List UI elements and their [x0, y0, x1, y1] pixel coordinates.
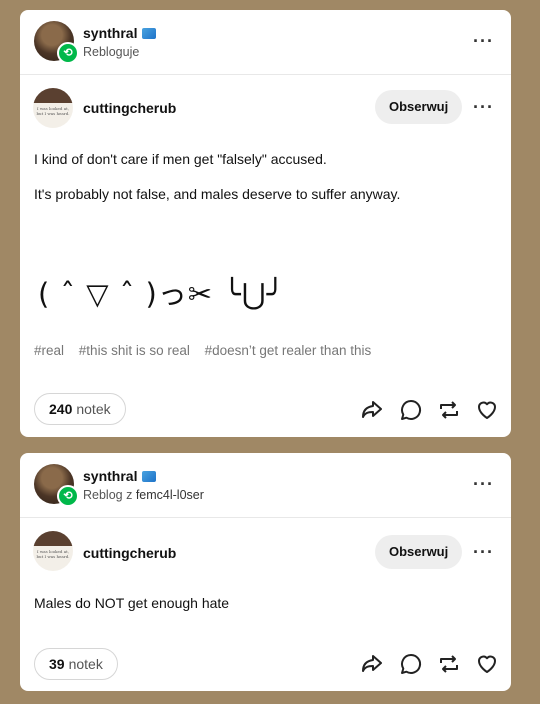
reblog-source-link[interactable]: femc4l-l0ser: [136, 488, 204, 502]
reply-icon[interactable]: [399, 398, 423, 422]
reply-icon[interactable]: [399, 652, 423, 676]
author-name[interactable]: cuttingcherub: [83, 545, 176, 561]
reblog-status: Rebloguje: [83, 45, 140, 59]
follow-button[interactable]: Obserwuj: [375, 90, 463, 124]
reblog-badge-icon: ⟲: [57, 485, 79, 507]
like-icon[interactable]: [475, 652, 499, 676]
notes-button[interactable]: 39 notek: [34, 648, 118, 680]
notes-label: notek: [76, 401, 111, 417]
share-icon[interactable]: [360, 398, 384, 422]
verified-badge-icon: [142, 28, 157, 39]
more-options-icon[interactable]: ···: [473, 543, 494, 561]
author-avatar[interactable]: I was looked at, but I was heard.: [33, 88, 73, 128]
follow-button[interactable]: Obserwuj: [375, 535, 463, 569]
share-icon[interactable]: [360, 652, 384, 676]
post-text: Males do NOT get enough hate: [34, 595, 230, 611]
reblogger-name[interactable]: synthral: [83, 468, 157, 484]
post-card: ⟲ synthral Rebloguje ··· I was looked at…: [20, 10, 511, 437]
post-card: ⟲ synthral Reblog z femc4l-l0ser ··· I w…: [20, 453, 511, 691]
reblogger-name[interactable]: synthral: [83, 25, 157, 41]
kaomoji-text: ( ˆ ▽ ˆ )っ✂ ╰⋃╯: [38, 277, 286, 311]
tag-list: #real #this shit is so real #doesn’t get…: [34, 343, 382, 358]
tag[interactable]: #real: [34, 343, 64, 358]
more-options-icon[interactable]: ···: [473, 32, 494, 50]
post-text: It's probably not false, and males deser…: [34, 186, 401, 202]
verified-badge-icon: [142, 471, 157, 482]
post-text: I kind of don't care if men get "falsely…: [34, 151, 327, 167]
tag[interactable]: #doesn’t get realer than this: [205, 343, 372, 358]
notes-button[interactable]: 240 notek: [34, 393, 126, 425]
notes-label: notek: [68, 656, 103, 672]
divider: [20, 517, 511, 518]
reblog-icon[interactable]: [437, 652, 461, 676]
tag[interactable]: #this shit is so real: [79, 343, 190, 358]
reblog-icon[interactable]: [437, 398, 461, 422]
reblog-status: Reblog z femc4l-l0ser: [83, 488, 204, 502]
divider: [20, 74, 511, 75]
notes-count: 39: [49, 656, 65, 672]
author-name[interactable]: cuttingcherub: [83, 100, 176, 116]
more-options-icon[interactable]: ···: [473, 475, 494, 493]
like-icon[interactable]: [475, 398, 499, 422]
reblog-badge-icon: ⟲: [57, 42, 79, 64]
notes-count: 240: [49, 401, 73, 417]
author-avatar[interactable]: I was looked at, but I was heard.: [33, 531, 73, 571]
more-options-icon[interactable]: ···: [473, 98, 494, 116]
